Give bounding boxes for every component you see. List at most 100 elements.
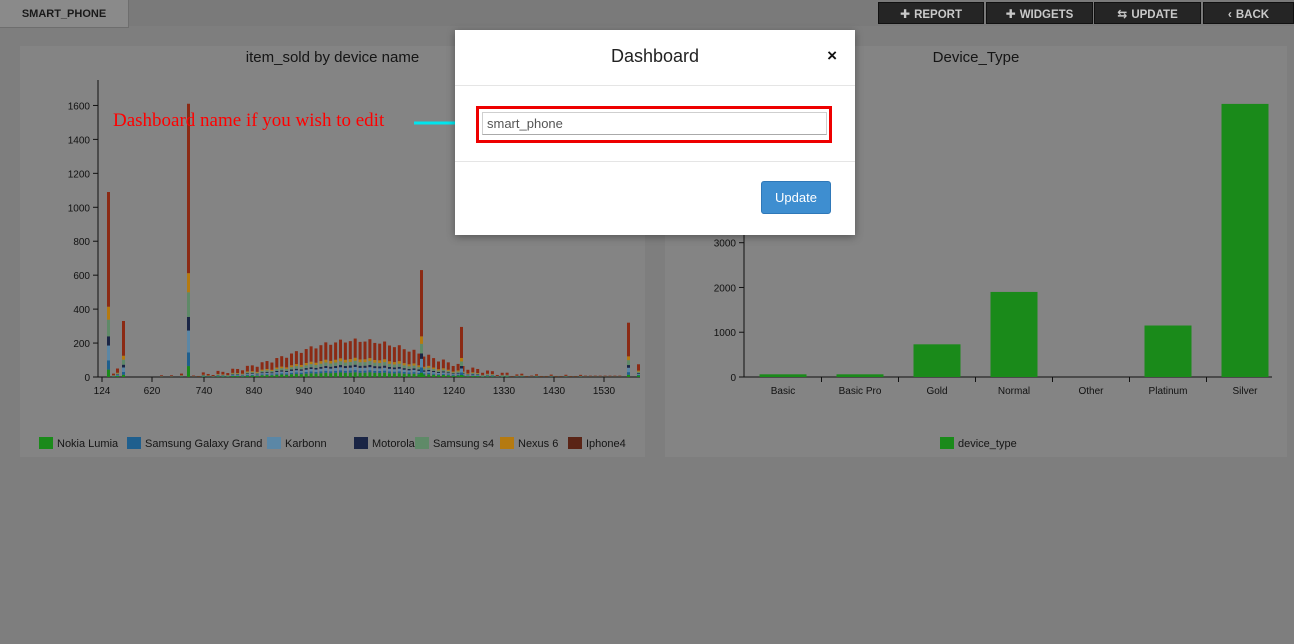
bar-segment [280,368,284,371]
bar-segment [495,374,499,376]
bar-segment [216,374,220,376]
bar-segment [334,362,338,366]
bar-segment [324,362,328,366]
bar-segment [441,368,445,370]
bar-segment [107,336,110,346]
bar-segment [608,375,612,377]
bar-segment [343,372,347,377]
plus-icon: ✚ [900,7,911,21]
x-tick-label: 620 [144,386,161,397]
bar-segment [265,369,269,371]
bar-segment [319,363,323,367]
update-toolbar-button[interactable]: ⇆ UPDATE [1094,2,1201,24]
y-tick-label: 1600 [68,101,91,112]
legend-item[interactable]: device_type [940,437,1017,450]
update-button[interactable]: Update [761,181,831,214]
bar-segment [116,373,119,375]
back-button[interactable]: ‹ BACK [1203,2,1294,24]
bar-segment [392,371,396,374]
legend-item[interactable]: Karbonn [267,437,327,450]
x-tick-label: 1530 [593,386,616,397]
bar-segment [637,372,640,374]
bar-segment [280,370,284,372]
bar-segment [116,374,119,376]
bar-segment [280,373,284,375]
bar-segment [334,372,338,377]
bar-segment [446,369,450,371]
bar-segment [221,376,225,377]
bar-segment [388,345,391,362]
bar-segment [304,349,308,364]
bar-segment [373,366,377,369]
bar-segment [319,371,323,374]
bar-segment [378,343,382,361]
x-tick-label: 740 [196,386,213,397]
bar-segment [427,372,431,375]
bar-segment [196,375,200,377]
legend-item[interactable]: Motorola z [354,437,423,450]
bar-segment [309,361,313,365]
close-icon[interactable]: × [827,46,837,66]
bar-segment [407,366,411,369]
bar-segment [420,353,423,359]
bar-segment [437,374,440,376]
bar-segment [441,371,445,373]
bar-segment [299,366,303,370]
bar-segment [500,376,504,377]
bar-segment [627,367,630,373]
bar-segment [255,375,259,377]
bar-segment [397,366,401,369]
bar-segment [383,370,387,373]
bar-segment [260,373,264,375]
bar [1221,103,1269,378]
bar-segment [299,370,303,373]
bar-segment [236,368,240,373]
bar-segment [363,370,367,373]
bar-segment [107,360,110,370]
bar-segment [241,373,244,375]
y-tick-label: 1400 [68,135,91,146]
bar-segment [201,376,205,377]
bar-segment [383,359,387,363]
bar-segment [535,374,538,376]
tab-smart-phone[interactable]: SMART_PHONE [0,0,129,28]
bar-segment [116,372,119,374]
bar-segment [476,372,480,374]
bar-segment [285,372,289,374]
legend-item[interactable]: Nexus 6 [500,437,558,450]
legend-item[interactable]: Nokia Lumia [39,437,118,450]
bar-segment [460,361,463,366]
bar-segment [275,369,279,371]
bar-segment [353,360,357,365]
bar-segment [334,368,338,371]
widgets-button[interactable]: ✚ WIDGETS [986,2,1093,24]
legend-item[interactable]: Samsung Galaxy Grand [127,437,262,450]
bar-segment [353,338,357,358]
bar-segment [383,367,387,371]
legend-label: Karbonn [285,438,327,450]
report-button[interactable]: ✚ REPORT [878,2,984,24]
dashboard-name-input[interactable] [482,112,827,135]
bar-segment [339,367,342,371]
bar-segment [319,373,323,377]
bar-segment [451,371,455,373]
bar-segment [304,363,308,366]
bar-segment [407,370,411,373]
bar-segment [216,370,220,374]
bar-segment [407,372,411,374]
legend-item[interactable]: Samsung s4 [415,437,494,450]
bar-segment [309,369,313,372]
x-tick-label: Other [1078,386,1104,397]
bar-segment [456,370,460,372]
bar-segment [637,375,640,377]
legend-swatch [127,437,141,449]
bar-segment [373,368,377,371]
bar-segment [490,376,494,377]
x-tick-label: Basic [771,386,795,397]
bar-segment [637,373,640,375]
legend-item[interactable]: Iphone4 [568,437,626,450]
bar-segment [598,375,602,377]
x-tick-label: 940 [296,386,313,397]
bar-segment [358,367,362,371]
bar-segment [368,370,372,373]
